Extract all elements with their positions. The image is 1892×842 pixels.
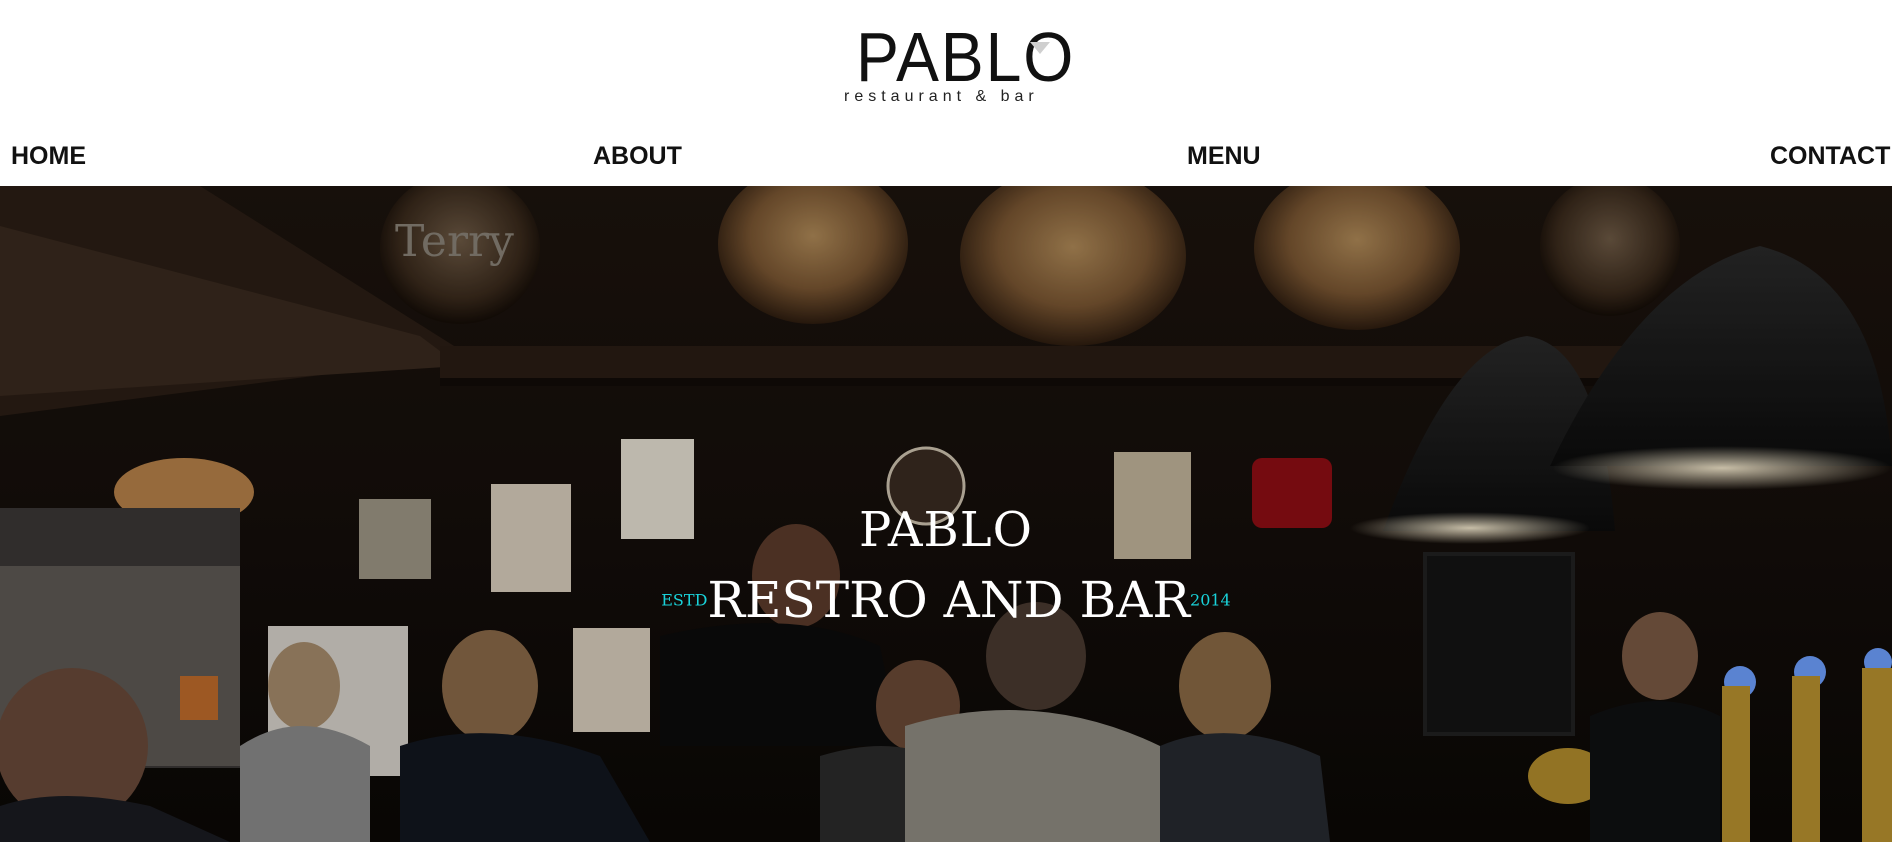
hero-estd-label: ESTD: [661, 590, 708, 610]
logo-triangle-icon: [1030, 42, 1050, 54]
hero-title: PABLO: [858, 502, 1034, 558]
hero-subtitle: RESTRO AND BAR: [707, 571, 1191, 629]
site-header: PABLO restaurant & bar HOME ABOUT MENU C…: [0, 0, 1892, 186]
logo-wordmark: PABLO: [856, 18, 1076, 96]
logo-tagline: restaurant & bar: [844, 88, 1039, 105]
nav-contact[interactable]: CONTACT: [1770, 138, 1890, 174]
nav-menu[interactable]: MENU: [1187, 138, 1261, 174]
hero-year-label: 2014: [1190, 590, 1231, 610]
hero-subtitle-row: ESTDRESTRO AND BAR2014: [0, 570, 1892, 630]
hero-section: Terry PABLO ESTDRESTRO AND BAR2014: [0, 186, 1892, 842]
nav-about[interactable]: ABOUT: [593, 138, 682, 174]
logo[interactable]: PABLO restaurant & bar: [838, 22, 1073, 112]
nav-home[interactable]: HOME: [11, 138, 86, 174]
main-nav: HOME ABOUT MENU CONTACT: [0, 138, 1892, 174]
